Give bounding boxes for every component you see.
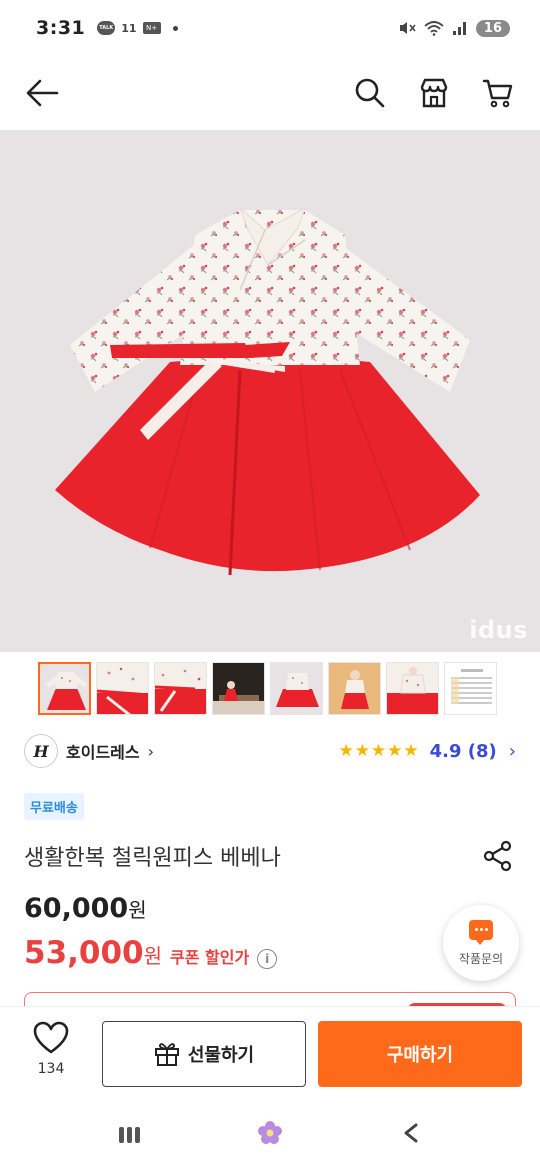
top-nav — [0, 56, 540, 130]
search-icon — [355, 78, 385, 108]
heart-icon — [33, 1021, 69, 1054]
system-back-button[interactable] — [401, 1122, 421, 1148]
recent-apps-button[interactable] — [118, 1127, 140, 1143]
thumbnail-strip — [38, 662, 497, 715]
status-left-icons: TALK 11 N+ — [97, 21, 178, 35]
coupon-discount-label: 쿠폰 할인가 — [170, 948, 250, 967]
shop-button[interactable] — [416, 75, 452, 111]
product-inquiry-button[interactable]: 작품문의 — [443, 905, 519, 981]
idus-watermark: idus — [469, 616, 528, 644]
thumbnail-4[interactable] — [212, 662, 265, 715]
sale-price-unit: 원 — [143, 944, 163, 968]
wifi-icon — [424, 21, 444, 36]
seller-name[interactable]: 호이드레스 — [66, 739, 140, 763]
sale-price-value: 53,000 — [24, 935, 144, 971]
original-price-value: 60,000 — [24, 893, 129, 924]
status-right-icons: 16 — [398, 19, 510, 37]
rating-score: 4.9 (8) — [429, 740, 497, 762]
rating-chevron-icon: › — [508, 740, 516, 762]
seller-row: H 호이드레스 › ★★★★★ 4.9 (8) › — [24, 732, 516, 770]
hanbok-dress-illustration — [55, 206, 480, 576]
talk-icon: TALK — [97, 21, 116, 35]
buy-button-label: 구매하기 — [386, 1045, 454, 1066]
signal-icon — [452, 22, 466, 35]
product-title: 생활한복 철릭원피스 베베나 — [24, 846, 281, 871]
gift-icon — [154, 1043, 179, 1066]
info-icon[interactable]: i — [257, 949, 278, 969]
product-main-image[interactable]: idus — [0, 130, 540, 652]
thumbnail-7[interactable] — [386, 662, 439, 715]
gift-button-label: 선물하기 — [187, 1045, 255, 1066]
original-price: 60,000원 — [24, 893, 147, 924]
status-bar: 3:31 TALK 11 N+ 16 — [0, 0, 540, 56]
thumbnail-2[interactable] — [96, 662, 149, 715]
sale-price: 53,000 원 쿠폰 할인가 i — [24, 935, 278, 971]
cart-button[interactable] — [480, 75, 516, 111]
system-nav-bar — [0, 1100, 540, 1170]
thumbnail-1[interactable] — [38, 662, 91, 715]
arrow-left-icon — [26, 79, 59, 107]
thumbnail-8[interactable] — [444, 662, 497, 715]
eleven-icon: 11 — [121, 21, 137, 35]
back-button[interactable] — [24, 75, 60, 111]
thumbnail-3[interactable] — [154, 662, 207, 715]
mute-icon — [399, 22, 416, 34]
naver-icon: N+ — [142, 22, 161, 34]
chat-icon — [469, 919, 493, 945]
original-price-unit: 원 — [128, 898, 147, 922]
thumbnail-5[interactable] — [270, 662, 323, 715]
seller-chevron-icon[interactable]: › — [148, 742, 154, 761]
gift-button[interactable]: 선물하기 — [102, 1021, 306, 1087]
bottom-action-bar: 134 선물하기 구매하기 — [0, 1006, 540, 1100]
rating-summary[interactable]: ★★★★★ 4.9 (8) › — [338, 741, 516, 762]
thumbnail-6[interactable] — [328, 662, 381, 715]
share-button[interactable] — [480, 838, 516, 874]
free-shipping-badge: 무료배송 — [24, 793, 84, 820]
like-count: 134 — [37, 1061, 65, 1077]
flower-home-icon — [258, 1121, 283, 1144]
buy-button[interactable]: 구매하기 — [318, 1021, 522, 1087]
cart-icon — [482, 79, 513, 108]
seller-avatar[interactable]: H — [24, 734, 58, 768]
chevron-left-icon — [404, 1123, 418, 1143]
top-nav-actions — [352, 75, 516, 111]
shop-icon — [420, 78, 448, 108]
home-button[interactable] — [257, 1120, 283, 1150]
rating-stars-icon: ★★★★★ — [338, 741, 420, 761]
search-button[interactable] — [352, 75, 388, 111]
notification-dot-icon — [172, 25, 178, 31]
share-icon — [483, 840, 512, 872]
status-time: 3:31 — [36, 17, 86, 39]
like-button[interactable]: 134 — [24, 1021, 78, 1077]
battery-indicator: 16 — [475, 19, 510, 37]
inquiry-label: 작품문의 — [458, 951, 504, 966]
